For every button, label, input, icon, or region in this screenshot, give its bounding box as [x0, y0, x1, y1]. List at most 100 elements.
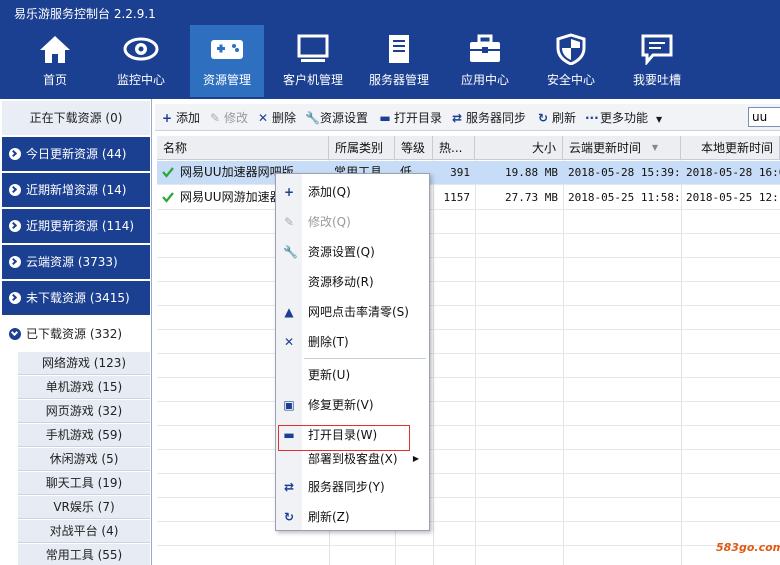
sidebar-item-label: 云端资源 (3733): [26, 255, 118, 269]
sidebar-item-today-updated[interactable]: 今日更新资源 (44): [2, 137, 150, 171]
cell-size: 19.88 MB: [505, 166, 558, 179]
cell-hot: 391: [450, 166, 470, 179]
sidebar-subitem-label: 对战平台 (4): [49, 524, 119, 538]
nav-monitor[interactable]: 监控中心: [104, 25, 178, 97]
nav-label: 安全中心: [546, 73, 595, 87]
column-header-hot[interactable]: 热...: [433, 136, 475, 160]
nav-label: 资源管理: [202, 73, 251, 87]
server-sync-button[interactable]: ⇄ 服务器同步: [451, 109, 526, 127]
menu-item-label: 网吧点击率清零(S): [308, 305, 409, 319]
menu-item-repair-update[interactable]: ▣ 修复更新(V): [276, 392, 429, 418]
grid-line: [475, 160, 476, 565]
nav-label: 应用中心: [460, 73, 509, 87]
sidebar-subitem-mobile-games[interactable]: 手机游戏 (59): [18, 424, 150, 447]
grid-line: [681, 160, 682, 565]
open-dir-button[interactable]: ▬ 打开目录: [379, 109, 442, 127]
table-row[interactable]: 网易UU加速器网吧版 常用工具 低 391 19.88 MB 2018-05-2…: [157, 161, 780, 184]
grid-line: [157, 449, 780, 450]
pencil-icon: ✎: [283, 215, 295, 229]
sidebar-item-recent-added[interactable]: 近期新增资源 (14): [2, 173, 150, 207]
search-input[interactable]: [748, 107, 780, 127]
sidebar-item-not-downloaded[interactable]: 未下载资源 (3415): [2, 281, 150, 315]
sort-desc-icon: ▼: [651, 143, 658, 152]
delete-button[interactable]: ✕ 删除: [257, 109, 296, 127]
column-header-level[interactable]: 等级: [395, 136, 433, 160]
grid-line: [157, 377, 780, 378]
add-button-label: 添加: [176, 111, 201, 125]
sidebar: 正在下载资源 (0) 今日更新资源 (44) 近期新增资源 (14) 近期更新资…: [0, 99, 152, 565]
nav-client[interactable]: 客户机管理: [276, 25, 350, 97]
grid-line: [157, 545, 780, 546]
grid-line: [157, 184, 780, 185]
sidebar-item-label: 近期新增资源 (14): [26, 183, 127, 197]
nav-security[interactable]: 安全中心: [534, 25, 608, 97]
column-header-size[interactable]: 大小: [475, 136, 563, 160]
nav-home[interactable]: 首页: [18, 25, 92, 97]
cell-size: 27.73 MB: [505, 191, 558, 204]
refresh-button[interactable]: ↻ 刷新: [537, 109, 576, 127]
menu-item-server-sync[interactable]: ⇄ 服务器同步(Y): [276, 474, 429, 500]
menu-item-update[interactable]: 更新(U): [276, 362, 429, 388]
sidebar-subitem-casual-games[interactable]: 休闲游戏 (5): [18, 448, 150, 471]
watermark: 583go.com: [716, 541, 780, 554]
sidebar-subitem-online-games[interactable]: 网络游戏 (123): [18, 352, 150, 375]
grid-line: [157, 401, 780, 402]
sidebar-item-label: 今日更新资源 (44): [26, 147, 127, 161]
cell-cloud-time: 2018-05-28 15:39:43: [568, 166, 681, 179]
home-icon: [40, 36, 70, 63]
menu-item-resource-settings[interactable]: 🔧 资源设置(Q): [276, 239, 429, 265]
grid-line: [157, 497, 780, 498]
nav-server[interactable]: 服务器管理: [362, 25, 436, 97]
sidebar-subitem-common-tools[interactable]: 常用工具 (55): [18, 544, 150, 565]
server-icon: [389, 35, 409, 63]
grid-line: [563, 160, 564, 565]
nav-resource[interactable]: 资源管理: [190, 25, 264, 97]
column-header-category[interactable]: 所属类别: [329, 136, 395, 160]
column-header-name[interactable]: 名称: [157, 136, 329, 160]
add-button[interactable]: + 添加: [161, 109, 200, 127]
sidebar-item-recent-updated[interactable]: 近期更新资源 (114): [2, 209, 150, 243]
menu-item-edit[interactable]: ✎ 修改(Q): [276, 209, 429, 235]
toolbar: + 添加 ✎ 修改 ✕ 删除 🔧资源设置 ▬ 打开目录 ⇄ 服务器同步 ↻ 刷新 ···更多…: [155, 104, 780, 131]
grid-line: [433, 160, 434, 565]
eye-icon: [123, 37, 159, 61]
sidebar-item-cloud[interactable]: 云端资源 (3733): [2, 245, 150, 279]
menu-item-refresh[interactable]: ↻ 刷新(Z): [276, 504, 429, 530]
grid-line: [157, 353, 780, 354]
edit-button[interactable]: ✎ 修改: [209, 109, 248, 127]
repair-icon: ▣: [283, 398, 295, 412]
grid-line: [157, 305, 780, 306]
sidebar-item-downloaded[interactable]: 已下载资源 (332): [2, 317, 150, 351]
nav-app-center[interactable]: 应用中心: [448, 25, 522, 97]
menu-item-label: 刷新(Z): [308, 510, 350, 524]
menu-item-delete[interactable]: ✕ 删除(T): [276, 329, 429, 355]
submenu-arrow-icon: ▶: [412, 454, 419, 463]
column-header-cloud-time[interactable]: 云端更新时间 ▼: [563, 136, 681, 160]
sidebar-subitem-single-games[interactable]: 单机游戏 (15): [18, 376, 150, 399]
menu-item-resource-move[interactable]: 资源移动(R): [276, 269, 429, 295]
menu-item-add[interactable]: + 添加(Q): [276, 179, 429, 205]
chevron-right-icon: [9, 292, 21, 304]
sidebar-subitem-web-games[interactable]: 网页游戏 (32): [18, 400, 150, 423]
menu-item-reset-clicks[interactable]: ▲ 网吧点击率清零(S): [276, 299, 429, 325]
resource-settings-button[interactable]: 🔧资源设置: [305, 109, 368, 127]
server-sync-label: 服务器同步: [466, 111, 527, 125]
sync-icon: ⇄: [283, 480, 295, 494]
sidebar-subitem-chat-tools[interactable]: 聊天工具 (19): [18, 472, 150, 495]
nav-feedback[interactable]: 我要吐槽: [620, 25, 694, 97]
table-row[interactable]: 网易UU网游加速器 1157 27.73 MB 2018-05-25 11:58…: [157, 186, 780, 209]
cross-icon: ✕: [283, 335, 295, 349]
wrench-icon: 🔧: [283, 245, 298, 259]
column-header-local-time[interactable]: 本地更新时间: [681, 136, 780, 160]
sidebar-subitem-battle-platform[interactable]: 对战平台 (4): [18, 520, 150, 543]
grid-line: [157, 209, 780, 210]
open-dir-label: 打开目录: [394, 111, 443, 125]
sidebar-item-downloading[interactable]: 正在下载资源 (0): [2, 101, 150, 135]
sidebar-subitem-label: 休闲游戏 (5): [49, 452, 119, 466]
refresh-label: 刷新: [552, 111, 577, 125]
sidebar-subitem-label: 常用工具 (55): [45, 548, 123, 562]
sidebar-subitem-vr[interactable]: VR娱乐 (7): [18, 496, 150, 519]
more-functions-button[interactable]: ···更多功能 ▼: [585, 109, 662, 127]
grid-line: [157, 425, 780, 426]
nav-label: 监控中心: [116, 73, 165, 87]
